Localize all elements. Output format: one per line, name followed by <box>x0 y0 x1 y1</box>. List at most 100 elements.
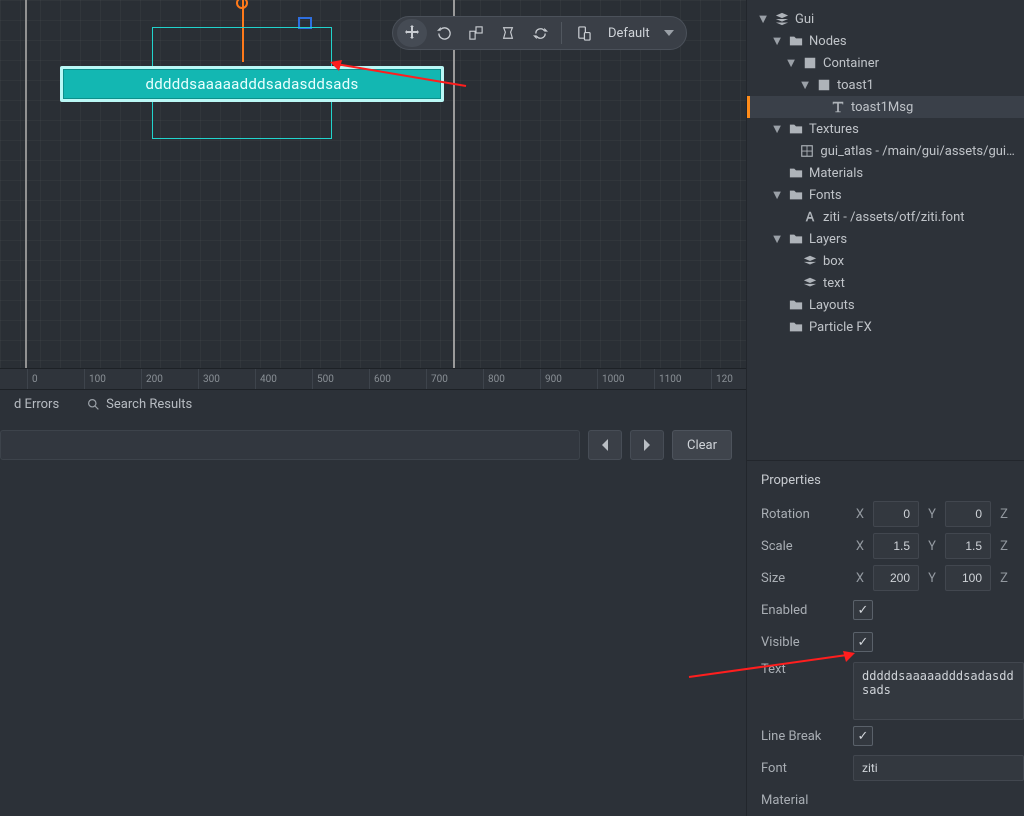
linebreak-checkbox[interactable]: ✓ <box>853 726 873 746</box>
enabled-checkbox[interactable]: ✓ <box>853 600 873 620</box>
bottom-panel-tabs: d Errors Search Results <box>0 390 746 418</box>
device-icon[interactable] <box>568 19 598 47</box>
scale-x-input[interactable] <box>873 533 919 559</box>
axis-y-label: Y <box>925 507 939 522</box>
ruler-tick: 1100 <box>654 369 681 389</box>
rotate-tool-button[interactable] <box>429 19 459 47</box>
tree-label: Container <box>823 56 879 71</box>
search-controls-row: Clear <box>0 418 746 472</box>
tab-search-results[interactable]: Search Results <box>87 397 192 412</box>
ruler-tick: 600 <box>369 369 391 389</box>
tree-twisty-icon[interactable]: ▼ <box>771 33 783 49</box>
scale-y-input[interactable] <box>945 533 991 559</box>
tree-twisty-icon[interactable]: ▼ <box>771 121 783 137</box>
text-node-icon <box>831 100 845 114</box>
move-tool-button[interactable] <box>397 19 427 47</box>
visible-checkbox[interactable]: ✓ <box>853 632 873 652</box>
visibility-tool-button[interactable] <box>493 19 523 47</box>
prop-label: Line Break <box>761 729 847 744</box>
box-node-icon <box>803 56 817 70</box>
ruler-tick: 400 <box>255 369 277 389</box>
search-clear-button[interactable]: Clear <box>672 430 732 460</box>
tree-label: text <box>823 276 845 291</box>
toast-node[interactable]: dddddsaaaaadddsadasddsads <box>60 66 444 102</box>
axis-y-label: Y <box>925 571 939 586</box>
prop-enabled: Enabled ✓ <box>761 594 1024 626</box>
ruler-tick: 700 <box>426 369 448 389</box>
tree-item-nodes[interactable]: ▼ Nodes <box>747 30 1024 52</box>
tree-twisty-icon[interactable]: ▼ <box>799 77 811 93</box>
prop-text: Text <box>761 658 1024 720</box>
tree-item-text-layer[interactable]: text <box>747 272 1024 294</box>
device-label[interactable]: Default <box>600 26 658 41</box>
axis-x-label: X <box>853 571 867 586</box>
axis-x-label: X <box>853 539 867 554</box>
tree-item-container[interactable]: ▼ Container <box>747 52 1024 74</box>
axis-y-label: Y <box>925 539 939 554</box>
tree-label: Layers <box>809 232 847 247</box>
rotation-y-input[interactable] <box>945 501 991 527</box>
prop-rotation: Rotation X Y Z <box>761 498 1024 530</box>
tab-label: Search Results <box>106 397 192 412</box>
prop-scale: Scale X Y Z <box>761 530 1024 562</box>
device-dropdown-chevron[interactable] <box>660 19 678 47</box>
tree-item-layers[interactable]: ▼ Layers <box>747 228 1024 250</box>
tree-item-box-layer[interactable]: box <box>747 250 1024 272</box>
text-value-input[interactable] <box>853 662 1024 720</box>
folder-icon <box>789 298 803 312</box>
canvas-ruler: 0 100 200 300 400 500 600 700 800 900 10… <box>0 368 746 390</box>
tree-label: Textures <box>809 122 859 137</box>
tree-label: toast1 <box>837 78 874 93</box>
search-results-area <box>0 472 746 816</box>
prop-label: Text <box>761 662 847 677</box>
prop-font: Font ziti <box>761 752 1024 784</box>
folder-icon <box>789 122 803 136</box>
search-input[interactable] <box>0 430 580 460</box>
size-x-input[interactable] <box>873 565 919 591</box>
rotation-x-input[interactable] <box>873 501 919 527</box>
tree-item-layouts[interactable]: Layouts <box>747 294 1024 316</box>
right-sidebar: ▼ Gui ▼ Nodes ▼ Container ▼ toast1 toast… <box>746 0 1024 816</box>
tree-item-toast1[interactable]: ▼ toast1 <box>747 74 1024 96</box>
tree-label: Particle FX <box>809 320 872 335</box>
prop-label: Font <box>761 761 847 776</box>
tab-label: d Errors <box>14 397 59 412</box>
axis-z-label: Z <box>997 507 1011 522</box>
tree-twisty-icon[interactable]: ▼ <box>771 231 783 247</box>
toast-node-text: dddddsaaaaadddsadasddsads <box>146 75 359 93</box>
tree-item-ziti-font[interactable]: ziti - /assets/otf/ziti.font <box>747 206 1024 228</box>
tree-item-gui[interactable]: ▼ Gui <box>747 8 1024 30</box>
size-y-input[interactable] <box>945 565 991 591</box>
tree-item-materials[interactable]: Materials <box>747 162 1024 184</box>
properties-panel: Properties Rotation X Y Z Scale X Y Z Si… <box>747 460 1024 816</box>
tree-item-gui-atlas[interactable]: gui_atlas - /main/gui/assets/gui_atlas.a… <box>747 140 1024 162</box>
tree-item-toast1msg[interactable]: toast1Msg <box>747 96 1024 118</box>
font-select[interactable]: ziti <box>853 755 1024 781</box>
ruler-tick: 800 <box>483 369 505 389</box>
canvas-toolbar: Default <box>392 16 687 50</box>
ruler-tick: 300 <box>198 369 220 389</box>
tree-label: Fonts <box>809 188 842 203</box>
ruler-tick: 200 <box>141 369 163 389</box>
tree-twisty-icon[interactable]: ▼ <box>785 55 797 71</box>
ruler-tick: 120 <box>711 369 733 389</box>
tree-item-particle-fx[interactable]: Particle FX <box>747 316 1024 338</box>
refresh-tool-button[interactable] <box>525 19 555 47</box>
search-next-button[interactable] <box>630 430 664 460</box>
folder-icon <box>789 188 803 202</box>
search-prev-button[interactable] <box>588 430 622 460</box>
tree-item-textures[interactable]: ▼ Textures <box>747 118 1024 140</box>
tree-label: Materials <box>809 166 863 181</box>
scale-tool-button[interactable] <box>461 19 491 47</box>
scene-canvas[interactable]: dddddsaaaaadddsadasddsads <box>0 0 746 368</box>
ruler-tick: 1000 <box>597 369 624 389</box>
tree-twisty-icon[interactable]: ▼ <box>771 187 783 203</box>
layer-icon <box>803 276 817 290</box>
atlas-icon <box>800 144 814 158</box>
tab-build-errors[interactable]: d Errors <box>14 397 59 412</box>
tree-item-fonts[interactable]: ▼ Fonts <box>747 184 1024 206</box>
tree-twisty-icon[interactable]: ▼ <box>757 11 769 27</box>
toolbar-separator <box>561 22 562 44</box>
ruler-tick: 0 <box>27 369 38 389</box>
prop-label: Material <box>761 793 847 808</box>
